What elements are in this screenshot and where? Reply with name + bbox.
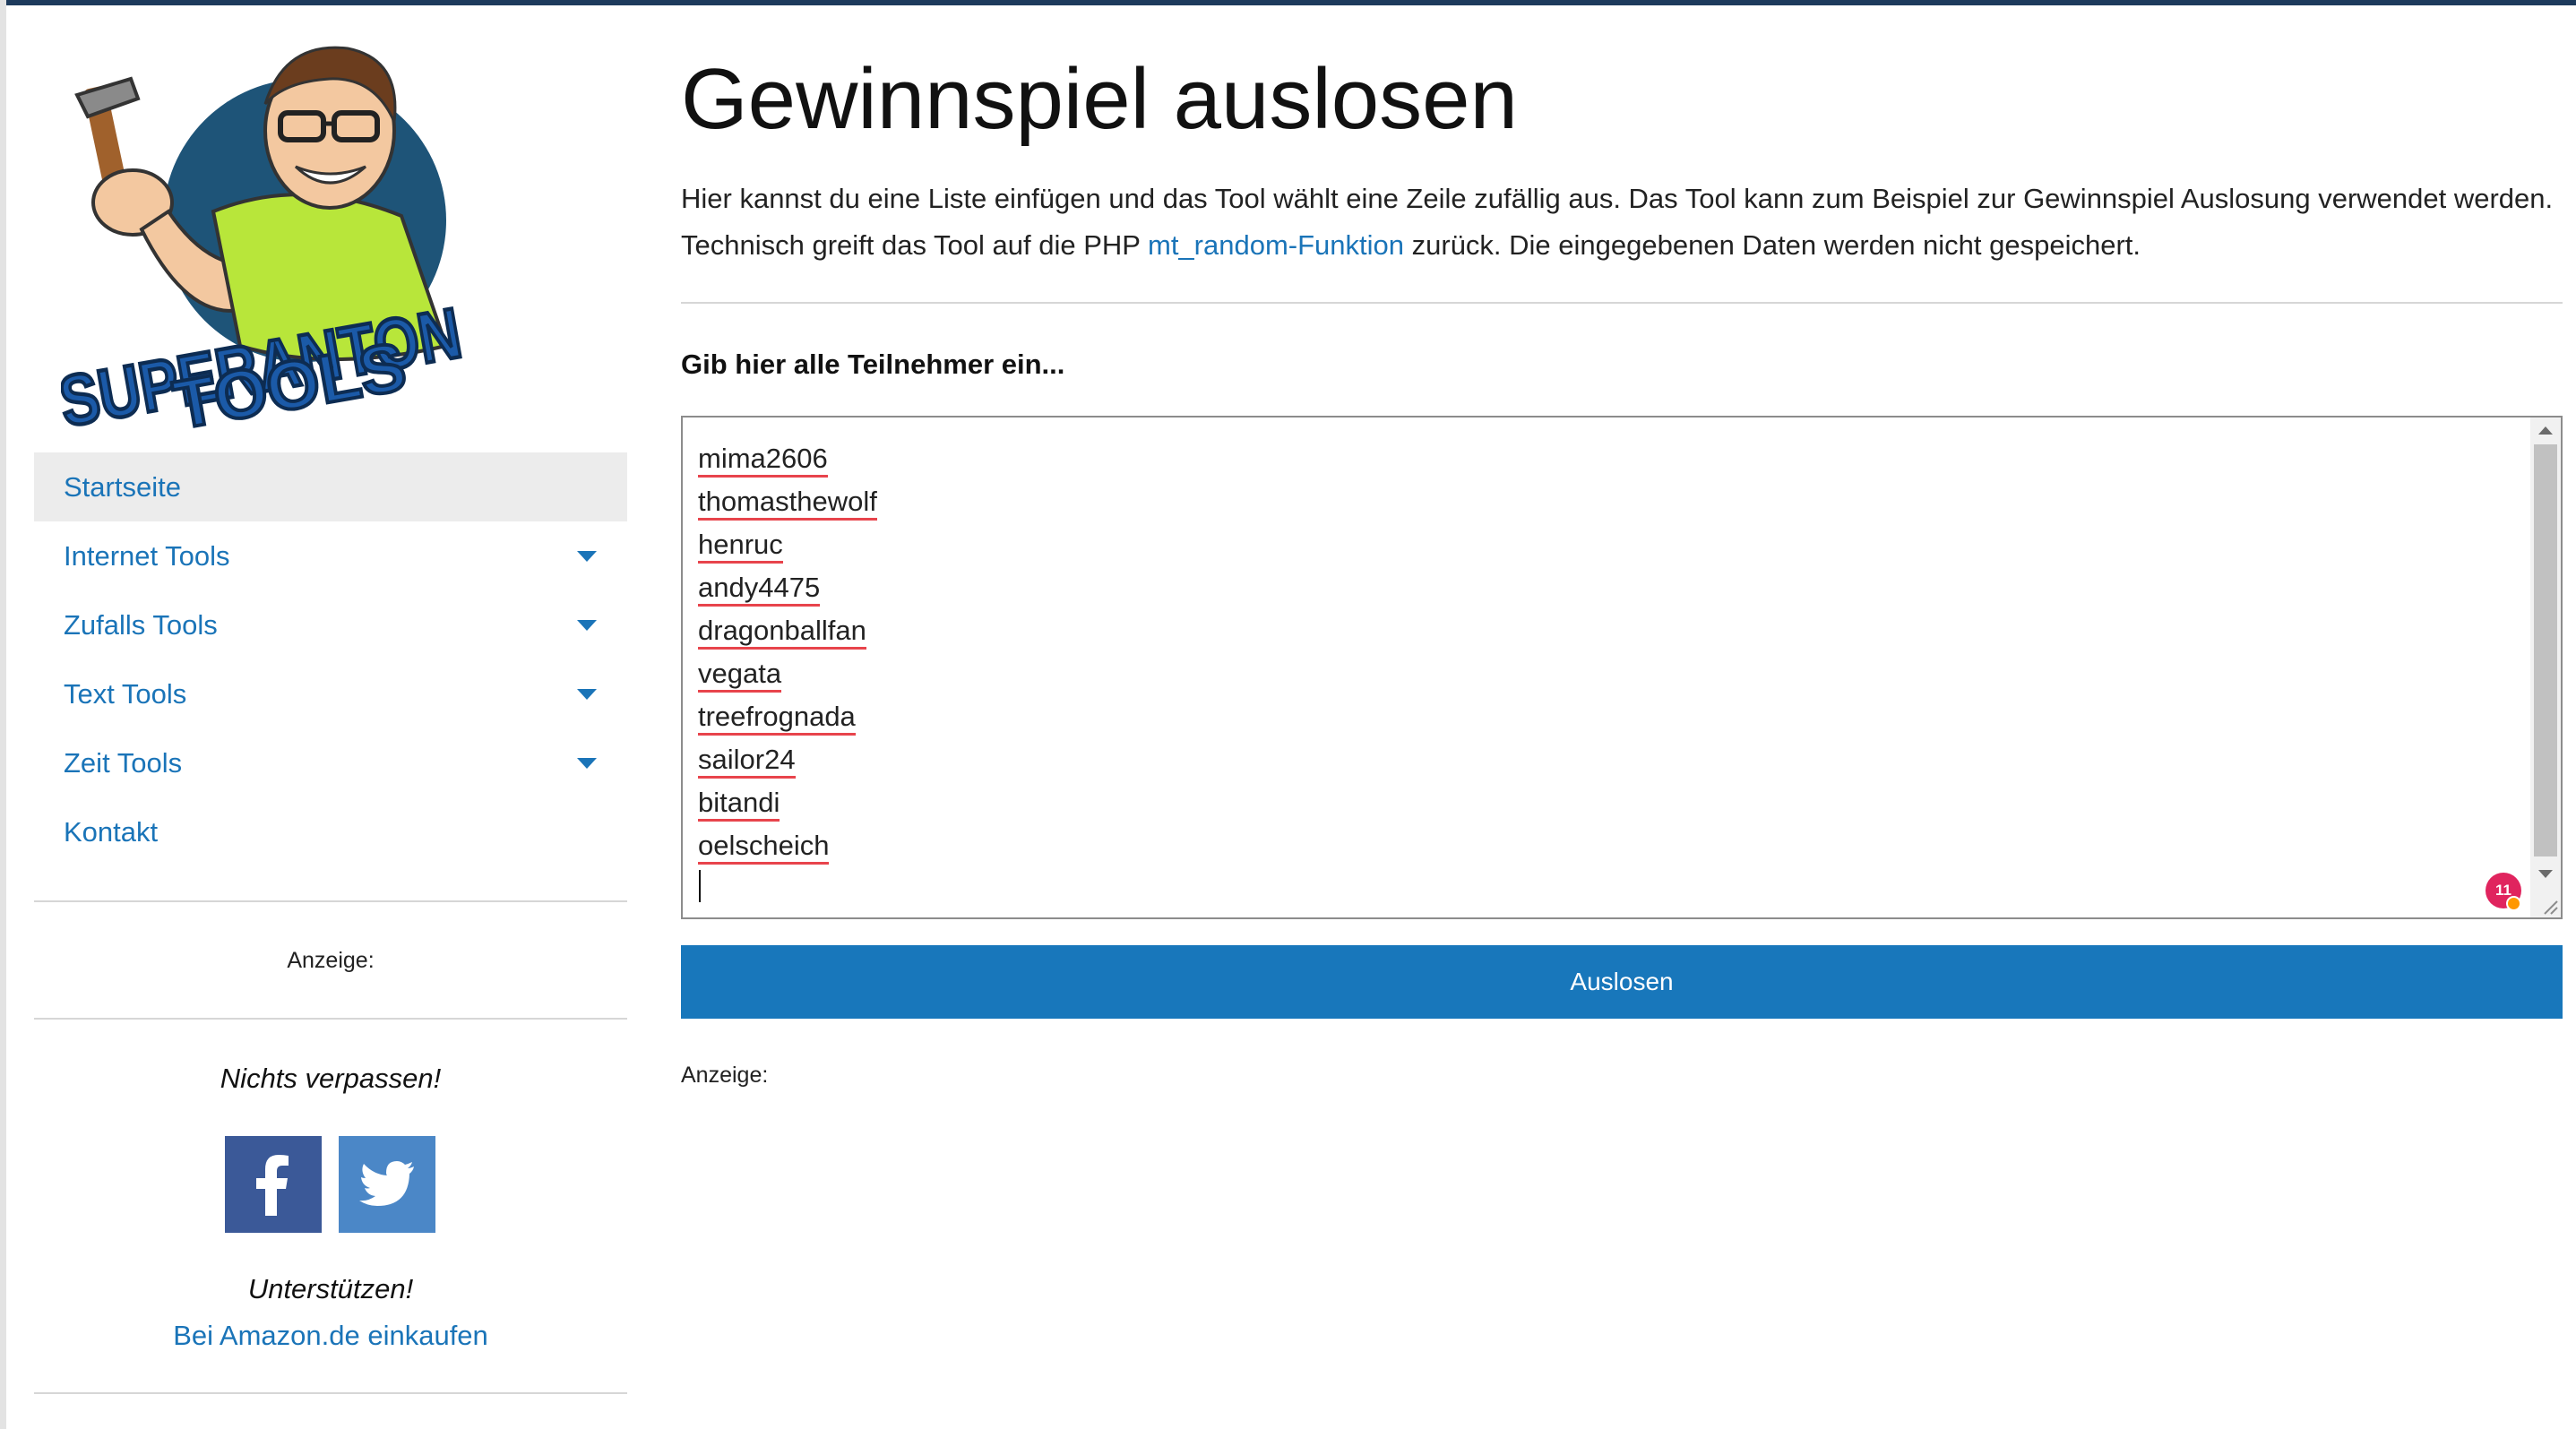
participant-entry: sailor24 (698, 744, 796, 779)
list-item: bitandi (698, 781, 877, 824)
sidebar-ad-label: Anzeige: (287, 948, 375, 973)
resize-grip-icon[interactable] (2539, 896, 2559, 916)
main-navigation: Startseite Internet Tools Zufalls Tools … (34, 452, 627, 866)
participant-entry: andy4475 (698, 572, 821, 607)
twitter-button[interactable] (339, 1136, 435, 1233)
chevron-down-icon[interactable] (577, 689, 597, 700)
follow-title: Nichts verpassen! (220, 1063, 442, 1094)
sidebar-divider (34, 900, 627, 902)
participant-entry: mima2606 (698, 443, 828, 478)
intro-text: Hier kannst du eine Liste einfügen und d… (681, 176, 2563, 269)
intro-text-part2: zurück. Die eingegebenen Daten werden ni… (1404, 229, 2141, 261)
nav-item-zufalls-tools[interactable]: Zufalls Tools (34, 590, 627, 659)
nav-item-zeit-tools[interactable]: Zeit Tools (34, 728, 627, 797)
participant-entry: bitandi (698, 787, 780, 822)
list-item: treefrognada (698, 695, 877, 738)
list-item: andy4475 (698, 566, 877, 609)
participant-list: mima2606 thomasthewolf henruc andy4475 d… (698, 437, 877, 867)
sidebar-divider (34, 1018, 627, 1020)
facebook-icon (256, 1155, 289, 1216)
nav-item-label: Text Tools (64, 677, 187, 710)
text-cursor (699, 870, 701, 902)
participants-textarea[interactable]: mima2606 thomasthewolf henruc andy4475 d… (681, 416, 2563, 919)
nav-item-startseite[interactable]: Startseite (34, 452, 627, 521)
nav-item-label: Startseite (64, 470, 181, 503)
nav-item-label: Internet Tools (64, 539, 230, 572)
main-ad-label: Anzeige: (681, 1063, 769, 1088)
content-divider (681, 302, 2563, 304)
chevron-down-icon[interactable] (577, 620, 597, 631)
nav-item-label: Zeit Tools (64, 746, 183, 779)
sidebar-divider (34, 1392, 627, 1394)
nav-item-label: Kontakt (64, 815, 159, 848)
textarea-scrollbar[interactable] (2530, 418, 2561, 917)
list-item: sailor24 (698, 738, 877, 781)
chevron-down-icon[interactable] (577, 758, 597, 769)
left-edge (0, 0, 6, 1429)
nav-item-text-tools[interactable]: Text Tools (34, 659, 627, 728)
sidebar: SUPERANTON TOOLS Startseite Internet Too… (34, 5, 627, 1429)
participant-entry: oelscheich (698, 830, 830, 865)
participant-entry: dragonballfan (698, 615, 866, 650)
twitter-icon (359, 1161, 414, 1206)
scrollbar-thumb[interactable] (2534, 444, 2557, 857)
participants-label: Gib hier alle Teilnehmer ein... (681, 349, 1065, 380)
superanton-tools-logo[interactable]: SUPERANTON TOOLS (61, 23, 509, 431)
list-item: vegata (698, 652, 877, 695)
list-item: mima2606 (698, 437, 877, 480)
nav-item-kontakt[interactable]: Kontakt (34, 797, 627, 866)
list-item: dragonballfan (698, 609, 877, 652)
support-title: Unterstützen! (247, 1273, 414, 1304)
participant-entry: treefrognada (698, 701, 856, 736)
scroll-up-arrow-icon[interactable] (2538, 426, 2553, 435)
participant-entry: vegata (698, 658, 782, 693)
page-title: Gewinnspiel auslosen (681, 51, 1518, 147)
facebook-button[interactable] (225, 1136, 322, 1233)
draw-winner-button[interactable]: Auslosen (681, 945, 2563, 1019)
amazon-link[interactable]: Bei Amazon.de einkaufen (34, 1320, 627, 1352)
chevron-down-icon[interactable] (577, 551, 597, 562)
list-item: thomasthewolf (698, 480, 877, 523)
spellcheck-status-dot (2506, 896, 2521, 911)
participant-entry: henruc (698, 529, 783, 564)
list-item: henruc (698, 523, 877, 566)
participant-entry: thomasthewolf (698, 486, 877, 521)
nav-item-internet-tools[interactable]: Internet Tools (34, 521, 627, 590)
list-item: oelscheich (698, 824, 877, 867)
nav-item-label: Zufalls Tools (64, 608, 218, 641)
scroll-down-arrow-icon[interactable] (2538, 870, 2553, 878)
mt-random-link[interactable]: mt_random-Funktion (1148, 229, 1404, 261)
